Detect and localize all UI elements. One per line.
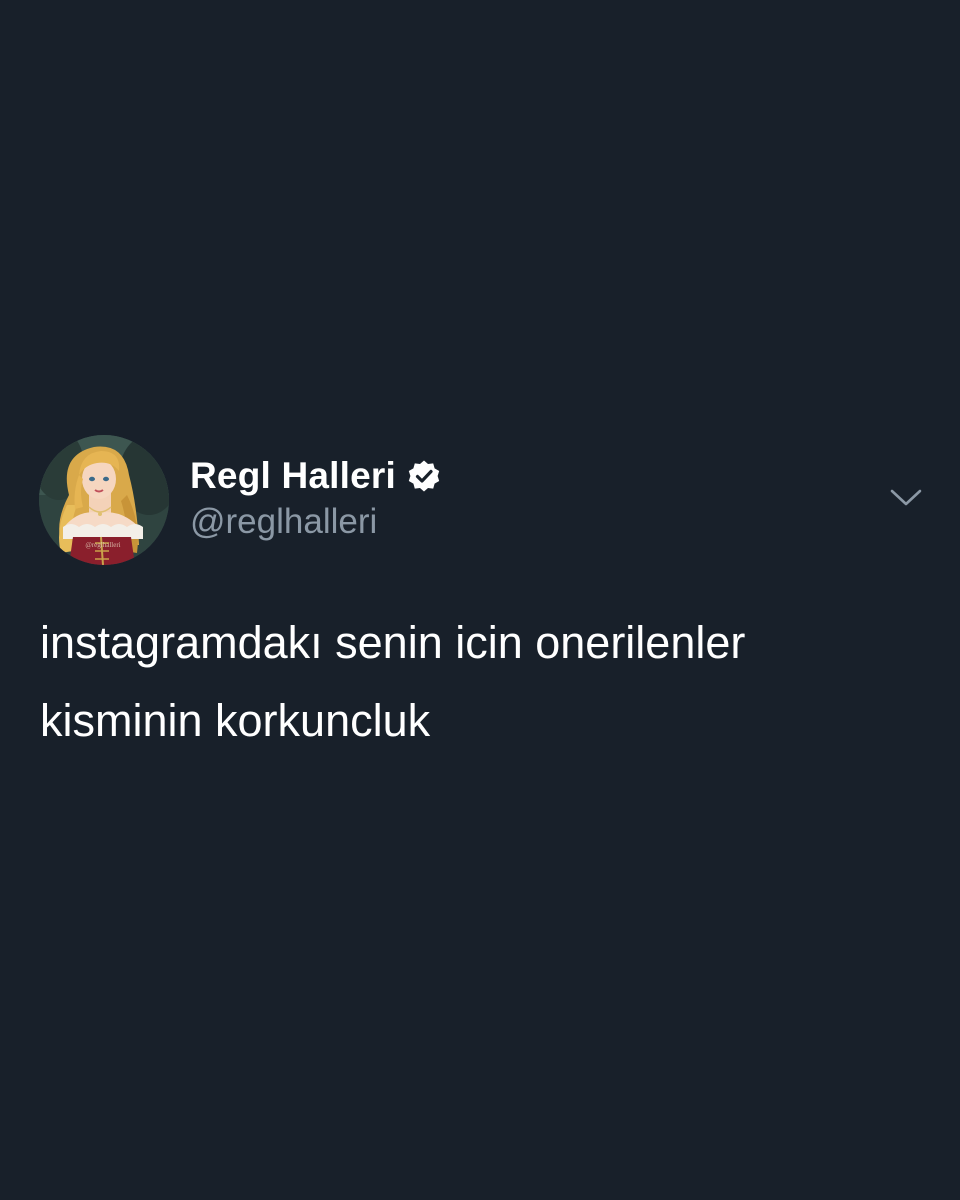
tweet-card: @reglhalleri Regl Halleri @reglhalleri i… xyxy=(0,0,960,1200)
author-handle[interactable]: @reglhalleri xyxy=(190,502,377,542)
avatar[interactable]: @reglhalleri xyxy=(39,435,169,565)
avatar-illustration: @reglhalleri xyxy=(39,435,169,565)
tweet-text-line-2: kisminin korkuncluk xyxy=(40,695,431,746)
chevron-down-icon[interactable] xyxy=(888,484,924,512)
tweet-text-line-1: instagramdakı senin icin onerilenler xyxy=(40,617,746,668)
avatar-watermark: @reglhalleri xyxy=(85,541,120,549)
tweet-text: instagramdakı senin icin onerilenler kis… xyxy=(40,604,920,760)
display-name[interactable]: Regl Halleri xyxy=(190,455,396,497)
author-name-row: Regl Halleri xyxy=(190,452,442,500)
verified-badge-icon xyxy=(406,458,442,494)
